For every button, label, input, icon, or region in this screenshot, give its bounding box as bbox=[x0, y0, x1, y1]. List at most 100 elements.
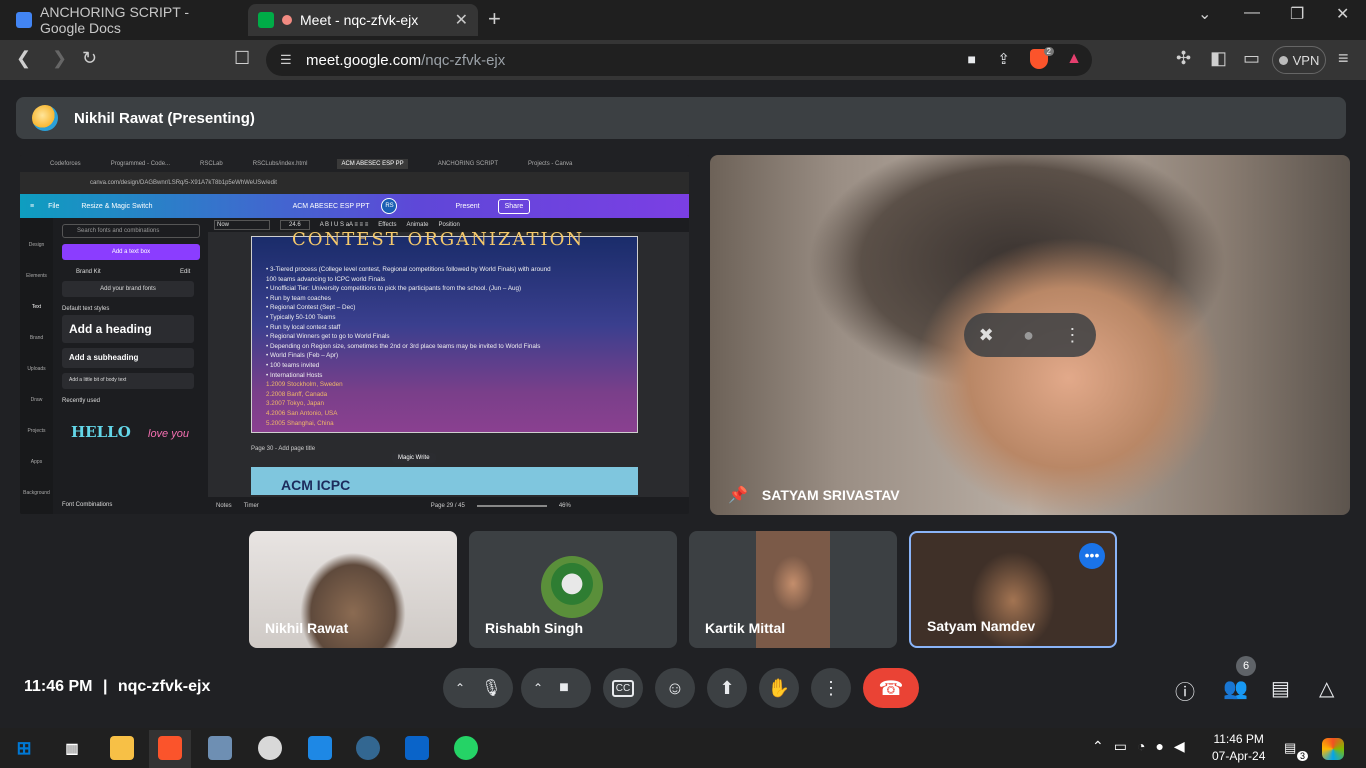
reload-icon[interactable]: ↻ bbox=[82, 48, 97, 69]
spotlight-name: SATYAM SRIVASTAV bbox=[761, 487, 900, 503]
camera-icon[interactable]: ■ bbox=[559, 679, 569, 697]
tab-google-docs[interactable]: ANCHORING SCRIPT - Google Docs bbox=[6, 4, 246, 36]
slide-line: • 3-Tiered process (College level contes… bbox=[266, 266, 551, 273]
slide-line: • Run by team coaches bbox=[266, 294, 331, 302]
canva-timer: Timer bbox=[243, 502, 259, 509]
reactions-button[interactable]: ☺ bbox=[655, 668, 695, 708]
vscode-icon[interactable] bbox=[308, 736, 332, 760]
raise-hand-button[interactable]: ✋ bbox=[759, 668, 799, 708]
participant-tile-self[interactable]: ••• Satyam Namdev bbox=[909, 531, 1117, 648]
slide-line: • Depending on Region size, sometimes th… bbox=[266, 342, 541, 350]
participant-tile[interactable]: Kartik Mittal bbox=[689, 531, 897, 648]
paint-icon[interactable] bbox=[258, 736, 282, 760]
participant-tile[interactable]: Nikhil Rawat bbox=[249, 531, 457, 648]
wifi-icon[interactable]: ◔ bbox=[1137, 738, 1145, 755]
new-tab-button[interactable]: + bbox=[488, 6, 501, 32]
hang-up-icon: ☎ bbox=[878, 677, 904, 700]
participant-name: Rishabh Singh bbox=[485, 620, 583, 636]
brave-icon[interactable] bbox=[158, 736, 182, 760]
captions-button[interactable]: CC bbox=[603, 668, 643, 708]
tray-chevron-icon[interactable]: ⌃ bbox=[1092, 738, 1104, 755]
shared-tab: Projects - Canva bbox=[528, 160, 573, 167]
share-icon[interactable]: ⇪ bbox=[997, 50, 1010, 68]
vpn-button[interactable]: VPN bbox=[1272, 46, 1326, 74]
brave-rewards-icon[interactable]: ▲ bbox=[1066, 50, 1082, 68]
wallet-icon[interactable]: ▭ bbox=[1243, 48, 1260, 69]
copilot-icon[interactable] bbox=[1322, 738, 1344, 760]
spotlight-name-row: 📌 SATYAM SRIVASTAV bbox=[728, 485, 900, 505]
page-label: Page 30 - Add page title bbox=[251, 446, 316, 452]
mic-icon[interactable]: 🎙 bbox=[481, 678, 501, 698]
taskbar-date: 07-Apr-24 bbox=[1212, 749, 1266, 763]
present-screen-icon: ⬆ bbox=[719, 677, 735, 698]
maximize-button[interactable]: ❐ bbox=[1290, 4, 1304, 24]
unpin-icon[interactable]: ✖ bbox=[979, 325, 994, 346]
taskbar-clock[interactable]: 11:46 PM 07-Apr-24 bbox=[1212, 731, 1265, 765]
slide-host: 5.2005 Shanghai, China bbox=[266, 419, 334, 427]
video-options-chevron-icon[interactable]: ⌃ bbox=[533, 681, 543, 695]
file-explorer-icon[interactable] bbox=[110, 736, 134, 760]
back-icon[interactable]: ❮ bbox=[16, 48, 31, 69]
forward-icon[interactable]: ❯ bbox=[52, 48, 67, 69]
recording-dot-icon bbox=[282, 15, 292, 25]
brave-shields-count: 2 bbox=[1043, 47, 1054, 56]
slide-line: • Typically 50-100 Teams bbox=[266, 313, 336, 321]
extensions-icon[interactable]: ✣ bbox=[1176, 48, 1191, 69]
google-docs-icon bbox=[16, 12, 32, 28]
people-icon[interactable]: 👥 bbox=[1223, 676, 1248, 701]
activities-icon[interactable]: △ bbox=[1319, 676, 1334, 701]
site-settings-icon[interactable]: ☰ bbox=[280, 52, 292, 68]
camera-indicator-icon[interactable]: ■ bbox=[968, 51, 976, 67]
slide-line: • Regional Winners get to go to World Fi… bbox=[266, 333, 390, 341]
presenter-avatar bbox=[32, 105, 58, 131]
canva-side-item: Text bbox=[31, 304, 42, 310]
address-bar[interactable]: ☰ meet.google.com/nqc-zfvk-ejx ■ ⇪ 2 ▲ bbox=[266, 44, 1092, 76]
google-meet-icon bbox=[258, 12, 274, 28]
camera-control[interactable]: ⌃ ■ bbox=[521, 668, 591, 708]
meeting-details-icon[interactable]: ⓘ bbox=[1175, 676, 1195, 705]
audio-options-chevron-icon[interactable]: ⌃ bbox=[455, 681, 465, 695]
minimize-button[interactable]: — bbox=[1244, 4, 1260, 22]
postgres-icon[interactable] bbox=[356, 736, 380, 760]
participant-tile[interactable]: Rishabh Singh bbox=[469, 531, 677, 648]
shared-tab: ACM ABESEC ESP PP bbox=[337, 158, 408, 169]
vpn-status-icon bbox=[1278, 55, 1288, 65]
slide-line: • Regional Contest (Sept – Dec) bbox=[266, 304, 356, 312]
volume-icon[interactable]: ◀ bbox=[1174, 738, 1185, 755]
leave-call-button[interactable]: ☎ bbox=[863, 668, 919, 708]
menu-icon[interactable]: ≡ bbox=[1338, 48, 1349, 69]
more-options-icon[interactable]: ⋮ bbox=[1063, 325, 1081, 346]
more-vert-icon: ⋮ bbox=[822, 677, 840, 698]
outlook-icon[interactable] bbox=[405, 736, 429, 760]
bookmark-icon[interactable]: ☐ bbox=[234, 48, 250, 69]
present-button[interactable]: ⬆ bbox=[707, 668, 747, 708]
slide-host: 3.2007 Tokyo, Japan bbox=[266, 400, 324, 408]
tab-title: ANCHORING SCRIPT - Google Docs bbox=[40, 4, 190, 36]
sidebar-icon[interactable]: ◧ bbox=[1210, 48, 1227, 69]
whatsapp-icon[interactable] bbox=[454, 736, 478, 760]
more-options-icon[interactable]: ••• bbox=[1079, 543, 1105, 569]
chat-icon[interactable]: ▤ bbox=[1271, 676, 1290, 701]
slide-29: CONTEST ORGANIZATION • 3-Tiered process … bbox=[251, 229, 638, 433]
close-window-button[interactable]: ✕ bbox=[1336, 4, 1349, 24]
canva-animate: Animate bbox=[406, 222, 429, 228]
tab-search-icon[interactable]: ⌄ bbox=[1198, 4, 1211, 24]
battery-icon[interactable]: ▭ bbox=[1114, 738, 1127, 755]
canva-add-subheading: Add a subheading bbox=[62, 348, 194, 368]
photos-icon[interactable] bbox=[208, 736, 232, 760]
canva-menu-icon: ≡ bbox=[30, 202, 35, 210]
task-view-icon[interactable]: ▥ bbox=[60, 736, 84, 760]
mic-icon[interactable]: ● bbox=[1023, 325, 1034, 346]
mic-control[interactable]: ⌃ 🎙 bbox=[443, 668, 513, 708]
canva-add-text-box: Add a text box bbox=[62, 244, 200, 260]
close-tab-icon[interactable]: ✕ bbox=[455, 10, 468, 30]
spotlight-video-tile[interactable]: ✖ ● ⋮ 📌 SATYAM SRIVASTAV bbox=[710, 155, 1350, 515]
canva-position: Position bbox=[438, 222, 460, 228]
start-icon[interactable]: ⊞ bbox=[12, 736, 36, 760]
tile-controls: ✖ ● ⋮ bbox=[964, 313, 1096, 357]
mic-tray-icon[interactable]: ● bbox=[1155, 738, 1163, 755]
captions-icon: CC bbox=[611, 679, 635, 697]
notification-icon[interactable]: ▤ bbox=[1284, 740, 1296, 756]
more-options-button[interactable]: ⋮ bbox=[811, 668, 851, 708]
tab-meet[interactable]: Meet - nqc-zfvk-ejx ✕ bbox=[248, 4, 478, 36]
